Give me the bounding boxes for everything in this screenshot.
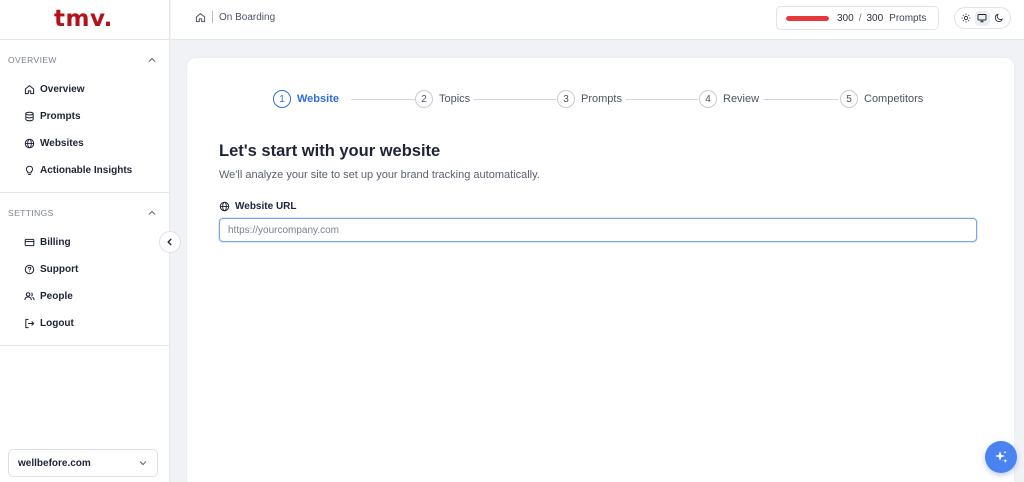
step-number: 1 (273, 90, 291, 108)
prompt-usage[interactable]: 300 / 300 Prompts (776, 6, 939, 30)
theme-switcher (954, 7, 1011, 29)
sidebar-item-label: Actionable Insights (40, 165, 133, 176)
sidebar-item-people[interactable]: People (0, 283, 169, 310)
section-divider (0, 192, 169, 193)
step-connector (463, 99, 556, 100)
sparkles-icon (995, 450, 1008, 463)
nav-settings: Billing Support People Logout (0, 225, 169, 345)
sidebar-item-label: People (40, 291, 73, 302)
step-prompts[interactable]: 3 Prompts (557, 89, 626, 109)
step-topics[interactable]: 2 Topics (415, 89, 475, 109)
theme-system-button[interactable] (974, 10, 990, 26)
website-url-label-text: Website URL (235, 201, 297, 212)
breadcrumb: On Boarding (195, 11, 275, 23)
step-label: Website (297, 93, 339, 105)
website-url-label: Website URL (219, 201, 297, 212)
step-label: Prompts (581, 93, 622, 105)
step-number: 3 (557, 90, 575, 108)
theme-light-button[interactable] (959, 11, 974, 26)
section-divider (0, 345, 169, 346)
website-url-input[interactable] (219, 218, 977, 242)
database-icon (25, 111, 34, 122)
monitor-icon (978, 14, 987, 23)
prompt-separator: / (858, 12, 862, 24)
prompt-total: 300 (866, 12, 884, 24)
logout-icon (25, 318, 35, 329)
page-subtitle: We'll analyze your site to set up your b… (219, 169, 540, 181)
step-connector (752, 99, 838, 100)
sidebar-item-support[interactable]: Support (0, 256, 169, 283)
sidebar-item-overview[interactable]: Overview (0, 76, 169, 103)
step-competitors[interactable]: 5 Competitors (840, 89, 928, 109)
sidebar-item-prompts[interactable]: Prompts (0, 103, 169, 130)
website-selector-value: wellbefore.com (18, 457, 91, 469)
prompt-used: 300 (837, 12, 854, 24)
step-number: 5 (840, 90, 858, 108)
step-connector (615, 99, 698, 100)
brand-logo[interactable]: tmv. (54, 6, 113, 32)
ai-assistant-button[interactable] (985, 441, 1017, 473)
sidebar-item-billing[interactable]: Billing (0, 229, 169, 256)
step-label: Review (723, 93, 760, 105)
website-selector[interactable]: wellbefore.com (8, 449, 158, 477)
globe-icon (219, 201, 230, 212)
chevron-down-icon (139, 461, 147, 466)
onboarding-card: 1 Website 2 Topics 3 Prompts 4 Review 5 … (186, 57, 1015, 482)
step-label: Competitors (864, 93, 924, 105)
prompt-usage-fill (786, 15, 829, 21)
chevron-up-icon (148, 57, 156, 62)
lightbulb-icon (25, 165, 34, 176)
sidebar-item-actionable-insights[interactable]: Actionable Insights (0, 157, 169, 184)
onboarding-stepper: 1 Website 2 Topics 3 Prompts 4 Review 5 … (273, 89, 929, 109)
sun-icon (961, 13, 971, 23)
sidebar: tmv. OVERVIEW Overview Prompts Websites … (0, 0, 170, 482)
step-review[interactable]: 4 Review (699, 89, 764, 109)
nav-overview: Overview Prompts Websites Actionable Ins… (0, 72, 169, 192)
home-icon[interactable] (195, 12, 206, 23)
prompt-label: Prompts (889, 12, 927, 24)
globe-icon (24, 138, 35, 149)
theme-dark-button[interactable] (991, 11, 1006, 26)
section-title: OVERVIEW (8, 55, 57, 65)
credit-card-icon (24, 238, 35, 247)
step-connector (351, 99, 416, 100)
sidebar-item-label: Overview (40, 84, 85, 95)
logo-row: tmv. (0, 0, 169, 40)
prompt-usage-bar (786, 15, 829, 21)
sidebar-item-label: Support (40, 264, 79, 275)
step-number: 4 (699, 90, 717, 108)
page-title: Let's start with your website (219, 142, 441, 160)
sidebar-item-logout[interactable]: Logout (0, 310, 169, 337)
section-header-overview[interactable]: OVERVIEW (0, 48, 169, 72)
step-label: Topics (439, 93, 471, 105)
home-icon (24, 85, 35, 95)
step-website[interactable]: 1 Website (273, 89, 343, 109)
sidebar-item-websites[interactable]: Websites (0, 130, 169, 157)
sidebar-item-label: Prompts (40, 111, 81, 122)
section-header-settings[interactable]: SETTINGS (0, 201, 169, 225)
moon-icon (994, 13, 1003, 22)
collapse-sidebar-button[interactable] (159, 231, 181, 253)
sidebar-item-label: Billing (40, 237, 71, 248)
sidebar-item-label: Websites (40, 138, 84, 149)
section-title: SETTINGS (8, 208, 54, 218)
help-circle-icon (24, 264, 35, 275)
sidebar-item-label: Logout (40, 318, 74, 329)
breadcrumb-current: On Boarding (219, 11, 276, 23)
chevron-left-icon (167, 238, 172, 246)
topbar: On Boarding 300 / 300 Prompts (171, 0, 1024, 40)
chevron-up-icon (148, 210, 156, 215)
breadcrumb-separator (212, 11, 213, 23)
users-icon (24, 292, 35, 301)
step-number: 2 (415, 90, 433, 108)
